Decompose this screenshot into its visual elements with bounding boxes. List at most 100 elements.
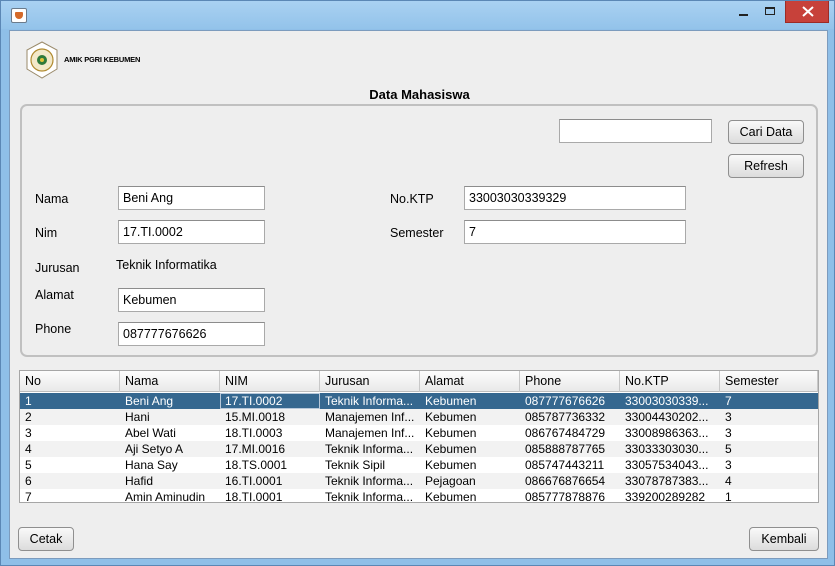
student-table[interactable]: No Nama NIM Jurusan Alamat Phone No.KTP … — [19, 370, 819, 503]
nim-label: Nim — [35, 226, 58, 240]
column-header-alamat[interactable]: Alamat — [420, 371, 520, 392]
cell-semester[interactable]: 1 — [720, 489, 818, 502]
back-button[interactable]: Kembali — [749, 527, 819, 551]
cell-alamat[interactable]: Kebumen — [420, 441, 520, 457]
ktp-field[interactable]: 33003030339329 — [464, 186, 686, 210]
cell-nim[interactable]: 17.MI.0016 — [220, 441, 320, 457]
cell-no[interactable]: 3 — [20, 425, 120, 441]
nama-field[interactable]: Beni Ang — [118, 186, 265, 210]
column-header-nim[interactable]: NIM — [220, 371, 320, 392]
cell-semester[interactable]: 3 — [720, 457, 818, 473]
cell-nama[interactable]: Amin Aminudin — [120, 489, 220, 502]
cell-nama[interactable]: Hafid — [120, 473, 220, 489]
cell-nim[interactable]: 16.TI.0001 — [220, 473, 320, 489]
cell-alamat[interactable]: Kebumen — [420, 457, 520, 473]
table-header: No Nama NIM Jurusan Alamat Phone No.KTP … — [20, 371, 818, 392]
cell-phone[interactable]: 085747443211 — [520, 457, 620, 473]
cell-nim[interactable]: 18.TI.0003 — [220, 425, 320, 441]
cell-no[interactable]: 1 — [20, 393, 120, 409]
form-panel: Cari Data Refresh Nama Beni Ang Nim 17.T… — [20, 104, 818, 357]
cell-no[interactable]: 7 — [20, 489, 120, 502]
table-row[interactable]: 3 Abel Wati 18.TI.0003 Manajemen Inf... Kebu… — [20, 425, 818, 441]
close-button[interactable] — [785, 1, 829, 23]
cell-semester[interactable]: 5 — [720, 441, 818, 457]
table-row[interactable]: 7 Amin Aminudin 18.TI.0001 Teknik Informa..… — [20, 489, 818, 502]
logo-text: AMIK PGRI KEBUMEN — [64, 55, 141, 64]
cell-nama[interactable]: Hana Say — [120, 457, 220, 473]
cell-nim[interactable]: 17.TI.0002 — [220, 393, 320, 409]
cell-jurusan[interactable]: Teknik Informa... — [320, 473, 420, 489]
cell-ktp[interactable]: 33008986363... — [620, 425, 720, 441]
cell-jurusan[interactable]: Teknik Informa... — [320, 441, 420, 457]
cell-phone[interactable]: 085888787765 — [520, 441, 620, 457]
cell-alamat[interactable]: Kebumen — [420, 393, 520, 409]
cell-ktp[interactable]: 33078787383... — [620, 473, 720, 489]
cell-nim[interactable]: 18.TI.0001 — [220, 489, 320, 502]
column-header-semester[interactable]: Semester — [720, 371, 818, 392]
cell-phone[interactable]: 086767484729 — [520, 425, 620, 441]
cell-phone[interactable]: 087777676626 — [520, 393, 620, 409]
cell-jurusan[interactable]: Manajemen Inf... — [320, 409, 420, 425]
cell-no[interactable]: 5 — [20, 457, 120, 473]
java-app-icon — [11, 8, 27, 23]
nim-field[interactable]: 17.TI.0002 — [118, 220, 265, 244]
cell-semester[interactable]: 3 — [720, 409, 818, 425]
cell-ktp[interactable]: 33003030339... — [620, 393, 720, 409]
cell-jurusan[interactable]: Teknik Informa... — [320, 393, 420, 409]
minimize-button[interactable] — [728, 1, 756, 23]
cell-ktp[interactable]: 33057534043... — [620, 457, 720, 473]
app-window: AMIK PGRI KEBUMEN Data Mahasiswa Cari Da… — [0, 0, 835, 566]
column-header-no[interactable]: No — [20, 371, 120, 392]
cell-ktp[interactable]: 339200289282 — [620, 489, 720, 502]
cell-jurusan[interactable]: Teknik Informa... — [320, 489, 420, 502]
cell-no[interactable]: 6 — [20, 473, 120, 489]
search-input[interactable] — [559, 119, 712, 143]
column-header-jurusan[interactable]: Jurusan — [320, 371, 420, 392]
cell-nama[interactable]: Beni Ang — [120, 393, 220, 409]
cell-nama[interactable]: Hani — [120, 409, 220, 425]
cell-nama[interactable]: Abel Wati — [120, 425, 220, 441]
column-header-ktp[interactable]: No.KTP — [620, 371, 720, 392]
cell-semester[interactable]: 7 — [720, 393, 818, 409]
table-row[interactable]: 5 Hana Say 18.TS.0001 Teknik Sipil Kebumen 08… — [20, 457, 818, 473]
cell-nim[interactable]: 18.TS.0001 — [220, 457, 320, 473]
table-row[interactable]: 1 Beni Ang 17.TI.0002 Teknik Informa... Kebu… — [20, 393, 818, 409]
cell-semester[interactable]: 4 — [720, 473, 818, 489]
cell-phone[interactable]: 085777878876 — [520, 489, 620, 502]
cell-nama[interactable]: Aji Setyo A — [120, 441, 220, 457]
cell-alamat[interactable]: Kebumen — [420, 425, 520, 441]
cell-no[interactable]: 4 — [20, 441, 120, 457]
cell-alamat[interactable]: Kebumen — [420, 409, 520, 425]
cell-semester[interactable]: 3 — [720, 425, 818, 441]
ktp-label: No.KTP — [390, 192, 434, 206]
close-icon — [802, 6, 814, 17]
print-button[interactable]: Cetak — [18, 527, 74, 551]
column-header-phone[interactable]: Phone — [520, 371, 620, 392]
cell-jurusan[interactable]: Manajemen Inf... — [320, 425, 420, 441]
refresh-button[interactable]: Refresh — [728, 154, 804, 178]
cell-ktp[interactable]: 33004430202... — [620, 409, 720, 425]
table-row[interactable]: 4 Aji Setyo A 17.MI.0016 Teknik Informa... K… — [20, 441, 818, 457]
table-row[interactable]: 2 Hani 15.MI.0018 Manajemen Inf... Kebumen 08… — [20, 409, 818, 425]
search-button[interactable]: Cari Data — [728, 120, 804, 144]
cell-alamat[interactable]: Pejagoan — [420, 473, 520, 489]
maximize-icon — [765, 7, 775, 15]
semester-field[interactable]: 7 — [464, 220, 686, 244]
minimize-icon — [739, 14, 748, 16]
cell-no[interactable]: 2 — [20, 409, 120, 425]
cell-phone[interactable]: 085787736332 — [520, 409, 620, 425]
phone-field[interactable]: 087777676626 — [118, 322, 265, 346]
column-header-nama[interactable]: Nama — [120, 371, 220, 392]
cell-phone[interactable]: 086676876654 — [520, 473, 620, 489]
title-bar[interactable] — [1, 1, 834, 29]
cell-alamat[interactable]: Kebumen — [420, 489, 520, 502]
cell-jurusan[interactable]: Teknik Sipil — [320, 457, 420, 473]
main-panel: AMIK PGRI KEBUMEN Data Mahasiswa Cari Da… — [9, 30, 828, 559]
alamat-field[interactable]: Kebumen — [118, 288, 265, 312]
cell-nim[interactable]: 15.MI.0018 — [220, 409, 320, 425]
table-row[interactable]: 6 Hafid 16.TI.0001 Teknik Informa... Pejagoa… — [20, 473, 818, 489]
cell-ktp[interactable]: 33033303030... — [620, 441, 720, 457]
phone-label: Phone — [35, 322, 72, 336]
amik-logo — [26, 41, 58, 79]
maximize-button[interactable] — [756, 1, 783, 23]
